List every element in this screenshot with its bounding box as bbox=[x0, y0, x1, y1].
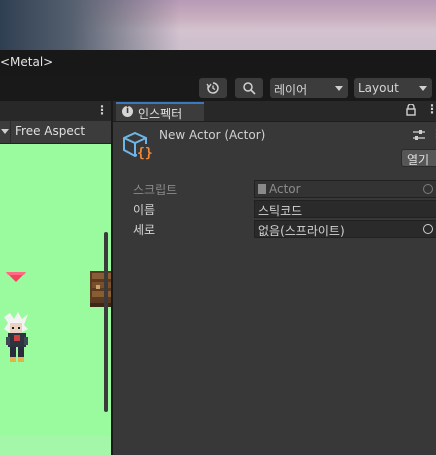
aspect-dropdown[interactable]: Free Aspect bbox=[10, 121, 112, 143]
ground-strip bbox=[0, 436, 111, 455]
svg-text:{}: {} bbox=[137, 146, 152, 160]
name-value: 스틱코드 bbox=[258, 204, 303, 218]
object-name: New Actor (Actor) bbox=[159, 128, 266, 142]
chevron-down-icon bbox=[335, 86, 343, 91]
name-label: 이름 bbox=[133, 203, 156, 217]
script-label: 스크립트 bbox=[133, 183, 178, 197]
game-controlbar: Free Aspect bbox=[0, 121, 111, 144]
layout-label: Layout bbox=[358, 81, 399, 95]
vertical-label: 세로 bbox=[133, 223, 156, 237]
target-icon[interactable] bbox=[423, 224, 433, 234]
marker-arrow bbox=[6, 272, 26, 282]
window-titlebar: <Metal> bbox=[0, 50, 436, 76]
target-icon bbox=[423, 184, 433, 194]
game-view[interactable] bbox=[0, 144, 111, 455]
info-icon: i bbox=[122, 106, 133, 117]
desktop-background bbox=[0, 0, 436, 50]
name-field[interactable]: 스틱코드 bbox=[254, 200, 436, 218]
history-icon bbox=[206, 82, 219, 94]
panel-menu-icon[interactable]: ⋮ bbox=[96, 103, 108, 117]
script-field: Actor bbox=[254, 180, 436, 198]
chevron-down-icon bbox=[419, 86, 427, 91]
panel-menu-icon[interactable]: ⋮ bbox=[431, 127, 436, 141]
desktop-gradient bbox=[0, 0, 180, 50]
game-panel: ⋮ Free Aspect bbox=[0, 101, 111, 455]
inspector-panel: i 인스펙터 ⋮ {} New Actor (Actor) ⋮ 열기 스크립트 bbox=[112, 101, 436, 455]
panel-menu-icon[interactable]: ⋮ bbox=[426, 102, 436, 116]
object-icon: {} bbox=[123, 131, 152, 160]
search-icon bbox=[243, 82, 256, 95]
script-file-icon bbox=[258, 184, 266, 194]
open-button-label: 열기 bbox=[407, 153, 430, 167]
search-button[interactable] bbox=[235, 78, 263, 98]
sprite-field[interactable]: 없음(스프라이트) bbox=[254, 220, 436, 238]
aspect-dropdown-caret[interactable] bbox=[1, 129, 9, 134]
layers-label: 레이어 bbox=[274, 83, 308, 97]
lock-icon[interactable] bbox=[406, 103, 416, 119]
layers-dropdown[interactable]: 레이어 bbox=[270, 78, 348, 98]
game-tabbar: ⋮ bbox=[0, 101, 111, 121]
inspector-tabbar: i 인스펙터 ⋮ bbox=[113, 101, 436, 122]
history-button[interactable] bbox=[199, 78, 227, 98]
open-button[interactable]: 열기 bbox=[401, 149, 436, 167]
tab-inspector-label: 인스펙터 bbox=[138, 107, 183, 121]
sprite-value: 없음(스프라이트) bbox=[258, 224, 345, 238]
main-toolbar: 레이어 Layout bbox=[0, 76, 436, 100]
layout-dropdown[interactable]: Layout bbox=[354, 78, 432, 98]
aspect-label: Free Aspect bbox=[15, 124, 86, 138]
window-title: <Metal> bbox=[0, 55, 54, 69]
character-sprite bbox=[4, 312, 28, 362]
tab-inspector[interactable]: i 인스펙터 bbox=[116, 102, 204, 121]
game-scrollbar[interactable] bbox=[104, 232, 108, 412]
script-value: Actor bbox=[269, 182, 301, 196]
settings-sliders-icon[interactable] bbox=[413, 129, 425, 144]
